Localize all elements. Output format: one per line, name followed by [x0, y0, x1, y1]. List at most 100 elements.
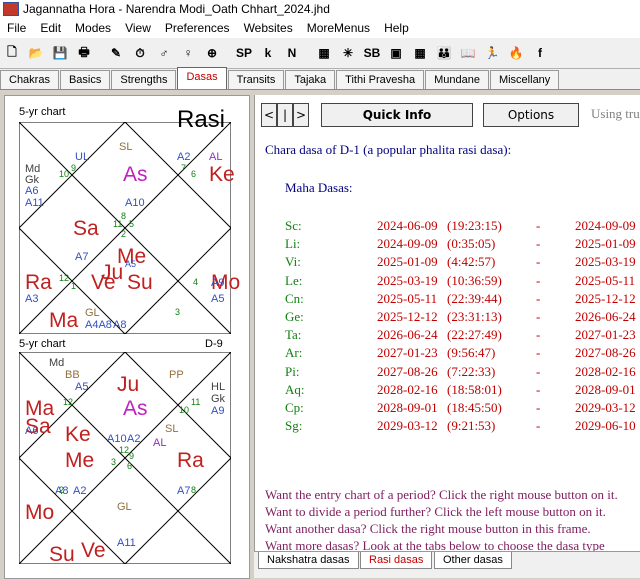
quick-info-button[interactable]: Quick Info [321, 103, 473, 127]
f-icon[interactable]: f [529, 42, 551, 64]
dasa-end: 2029-03-12 [575, 400, 636, 415]
menu-moremenus[interactable]: MoreMenus [300, 18, 377, 38]
people-icon[interactable]: 👪 [433, 42, 455, 64]
chart1-label: A2 [177, 151, 191, 163]
chart1-label: 4 [193, 277, 199, 287]
dasa-dash: - [536, 363, 541, 379]
star-icon[interactable]: ✳ [337, 42, 359, 64]
dasa-time: (19:23:15) [447, 218, 502, 233]
dasa-end: 2028-09-01 [575, 381, 636, 397]
dasa-row[interactable]: Sc: 2024-06-09 (19:23:15) - 2024-09-09 [255, 218, 640, 236]
dasa-sign: Ar: [285, 345, 303, 361]
chart1-label: 10 [59, 169, 70, 179]
tab-transits[interactable]: Transits [227, 70, 285, 89]
tab-dasas[interactable]: Dasas [177, 67, 227, 89]
tab-tajaka[interactable]: Tajaka [285, 70, 336, 89]
fire-icon[interactable]: 🔥 [505, 42, 527, 64]
menu-help[interactable]: Help [377, 18, 416, 38]
tab-basics[interactable]: Basics [59, 70, 111, 89]
menu-websites[interactable]: Websites [237, 18, 300, 38]
chart2-label: A7 [177, 485, 191, 497]
chart1-label: UL [75, 151, 90, 163]
grid-chart-icon[interactable]: ▦ [313, 42, 335, 64]
chart1-label: 2 [121, 229, 127, 239]
k-icon[interactable]: k [257, 42, 279, 64]
dasa-row[interactable]: Ar: 2027-01-23 (9:56:47) - 2027-08-26 [255, 345, 640, 363]
n-icon[interactable]: N [281, 42, 303, 64]
menu-file[interactable]: File [0, 18, 33, 38]
menu-edit[interactable]: Edit [33, 18, 68, 38]
print-icon[interactable]: 🖶 [73, 42, 95, 64]
tab-strengths[interactable]: Strengths [111, 70, 177, 89]
tab-mundane[interactable]: Mundane [425, 70, 489, 89]
dasa-start: 2025-03-19 [377, 272, 438, 288]
wheel-chart-icon[interactable]: ⊕ [201, 42, 223, 64]
tab-other-dasas[interactable]: Other dasas [434, 552, 512, 569]
dasa-row[interactable]: Sg: 2029-03-12 (9:21:53) - 2029-06-10 [255, 418, 640, 436]
book-icon[interactable]: 📖 [457, 42, 479, 64]
chart1-label: Ra [25, 271, 52, 294]
data-clock-icon[interactable]: ⏱ [129, 42, 151, 64]
chart2-label: 3 [111, 457, 117, 467]
dasa-dash: - [536, 345, 541, 361]
dasa-row[interactable]: Le: 2025-03-19 (10:36:59) - 2025-05-11 [255, 273, 640, 291]
dasa-row[interactable]: Ge: 2025-12-12 (23:31:13) - 2026-06-24 [255, 309, 640, 327]
options-button[interactable]: Options [483, 103, 579, 127]
dasa-row[interactable]: Cp: 2028-09-01 (18:45:50) - 2029-03-12 [255, 400, 640, 418]
menu-preferences[interactable]: Preferences [158, 18, 237, 38]
dasa-start: 2025-01-09 [377, 254, 438, 270]
chart2-label: Su [49, 543, 75, 566]
open-folder-icon[interactable]: 📂 [25, 42, 47, 64]
dasa-pane[interactable]: < | > Quick Info Options Using true side… [254, 95, 640, 551]
new-file-icon[interactable]: 🗋 [1, 42, 23, 64]
tab-chakras[interactable]: Chakras [0, 70, 59, 89]
chart2-caption-left: 5-yr chart [19, 338, 66, 350]
dasa-sign: Cn: [285, 290, 304, 306]
hash-grid-icon[interactable]: ▦ [409, 42, 431, 64]
navamsa-chart[interactable]: Md BB A5 Ju PP HL Gk A9 Ma Sa A6 As 12 11 10 SL Ke A10 A2 A… [19, 352, 231, 566]
dasa-end: 2029-06-10 [575, 418, 636, 434]
square-chart-icon[interactable]: ▣ [385, 42, 407, 64]
dasa-row[interactable]: Vi: 2025-01-09 (4:42:57) - 2025-03-19 [255, 254, 640, 272]
dasa-sign: Sg: [285, 418, 303, 434]
dasa-heading: Chara dasa of D-1 (a popular phalita ras… [265, 142, 512, 157]
chart1-label: A7 [75, 251, 89, 263]
tab-rasi-dasas[interactable]: Rasi dasas [360, 552, 433, 569]
menu-modes[interactable]: Modes [68, 18, 118, 38]
rasi-chart[interactable]: SL UL A2 AL Md Gk A6 A11 9 10 7 6 As Ke A10 8 11 5 2 Sa A7 Me… [19, 122, 240, 334]
prev-button[interactable]: < [261, 103, 277, 127]
tab-miscellany[interactable]: Miscellany [489, 70, 560, 89]
chart1-label: 5 [129, 219, 135, 229]
chart2-label: A9 [211, 405, 225, 417]
run-icon[interactable]: 🏃 [481, 42, 503, 64]
chart2-label: A6 [25, 425, 39, 437]
edit-chart-icon[interactable]: ✎ [105, 42, 127, 64]
dasa-row[interactable]: Aq: 2028-02-16 (18:58:01) - 2028-09-01 [255, 382, 640, 400]
planet-move-icon[interactable]: ♂ [153, 42, 175, 64]
tab-tithi-pravesha[interactable]: Tithi Pravesha [336, 70, 425, 89]
chart2-label: A8 [55, 485, 69, 497]
dasa-sign: Aq: [285, 381, 305, 397]
pipe-button[interactable]: | [277, 103, 293, 127]
sb-icon[interactable]: SB [361, 42, 383, 64]
chart2-label: Me [65, 449, 95, 472]
dasa-row[interactable]: Cn: 2025-05-11 (22:39:44) - 2025-12-12 [255, 291, 640, 309]
dasa-row[interactable]: Pi: 2027-08-26 (7:22:33) - 2028-02-16 [255, 364, 640, 382]
menu-view[interactable]: View [118, 18, 158, 38]
dasa-time: (22:39:44) [447, 290, 502, 306]
dasa-row[interactable]: Ta: 2026-06-24 (22:27:49) - 2027-01-23 [255, 327, 640, 345]
dasa-sign: Pi: [285, 363, 300, 379]
chart1-label: GL [85, 307, 100, 319]
toolbar: 🗋 📂 💾 🖶 ✎ ⏱ ♂ ♀ ⊕ SP k N ▦ ✳ SB ▣ ▦ 👪 📖 🏃 🔥 f [0, 38, 640, 69]
planet-transit-icon[interactable]: ♀ [177, 42, 199, 64]
chart1-label: Su [127, 271, 153, 294]
dasa-sign: Vi: [285, 254, 301, 270]
chart1-label: As [123, 163, 148, 186]
dasa-row[interactable]: Li: 2024-09-09 (0:35:05) - 2025-01-09 [255, 236, 640, 254]
sp-kh-icon[interactable]: SP [233, 42, 255, 64]
save-icon[interactable]: 💾 [49, 42, 71, 64]
chart2-label: A11 [117, 537, 136, 549]
next-button[interactable]: > [293, 103, 309, 127]
tab-nakshatra-dasas[interactable]: Nakshatra dasas [258, 552, 359, 569]
dasa-sign: Ge: [285, 309, 304, 324]
